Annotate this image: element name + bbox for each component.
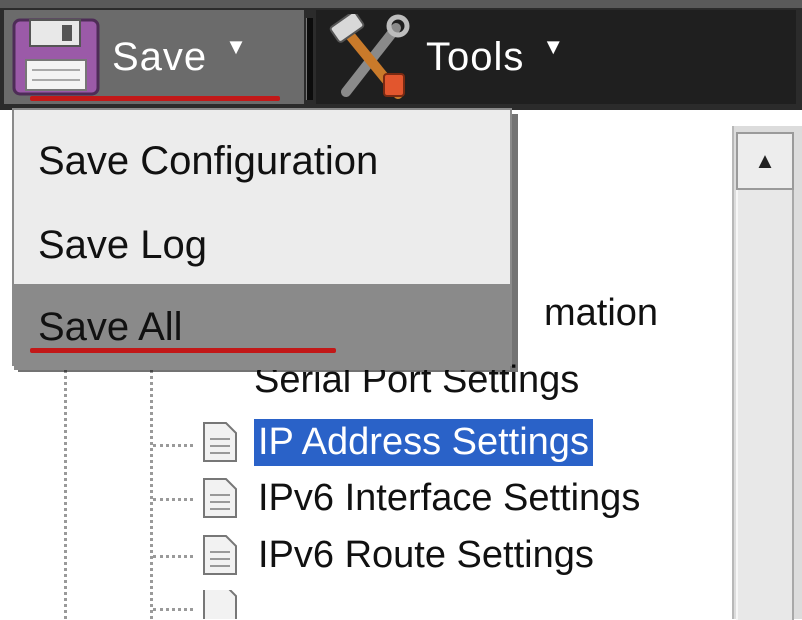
chevron-down-icon: ▼ [542,34,566,59]
annotation-underline-save-all [30,348,336,353]
toolbar-separator [306,18,313,100]
save-dropdown-menu: Save Configuration Save Log Save All [12,108,512,370]
tree-guide-line [153,555,193,558]
menu-item-label: Save All [38,304,183,349]
annotation-underline-save [30,96,280,101]
document-icon [203,478,237,518]
save-menu-label: Save [112,34,208,79]
hammer-wrench-icon [329,14,410,99]
menu-item-save-log[interactable]: Save Log [14,202,510,288]
chevron-down-icon: ▼ [225,34,248,59]
top-toolbar: Save ▼ Tools ▼ [0,0,802,110]
tree-item-ip-address-settings[interactable]: IP Address Settings [198,414,593,470]
tree-guide-line [153,498,193,501]
menu-item-save-all[interactable]: Save All [14,284,510,370]
tree-guide-line [150,370,153,619]
tools-menu-button[interactable]: Tools ▼ [316,10,796,104]
floppy-disk-icon [12,18,100,96]
menu-item-save-configuration[interactable]: Save Configuration [14,118,510,204]
tree-item-ipv6-route-settings[interactable]: IPv6 Route Settings [198,527,598,583]
tree-item-information[interactable]: mation [540,285,662,341]
menu-item-label: Save Log [38,222,208,267]
document-icon [203,535,237,575]
tools-menu-label: Tools [426,34,525,79]
save-menu-button[interactable]: Save ▼ [4,10,304,104]
tree-item-partial[interactable] [198,590,254,619]
tree-item-label: IPv6 Route Settings [258,533,594,576]
toolbar-top-strip [0,0,802,8]
tree-item-label: IP Address Settings [254,418,593,466]
tree-item-ipv6-interface-settings[interactable]: IPv6 Interface Settings [198,470,644,526]
menu-item-label: Save Configuration [38,138,379,183]
scrollbar-thumb[interactable] [736,190,794,620]
tree-guide-line [153,444,193,447]
document-icon [203,422,237,462]
tree-item-label: mation [544,291,659,334]
tree-guide-line [153,608,193,611]
document-icon [203,590,237,619]
scroll-up-button[interactable]: ▲ [736,132,794,190]
tree-item-label: IPv6 Interface Settings [258,476,641,519]
arrow-up-icon: ▲ [754,148,776,173]
tree-guide-line [64,370,67,619]
